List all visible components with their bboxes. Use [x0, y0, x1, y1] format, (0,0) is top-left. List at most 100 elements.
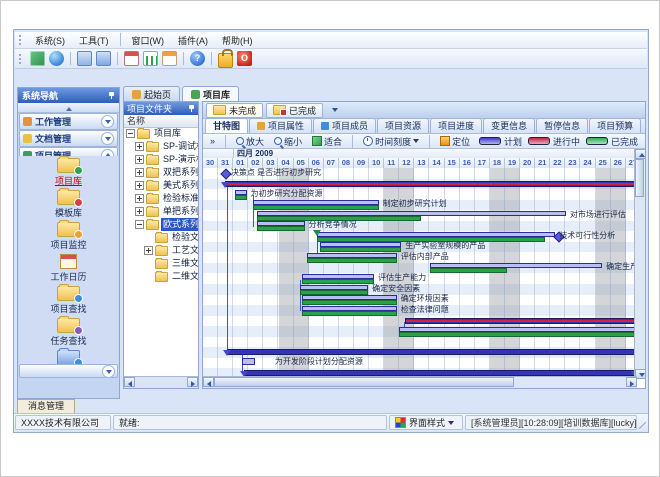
exit-icon[interactable]: [237, 51, 252, 66]
pin-icon[interactable]: [188, 105, 195, 112]
menu-item-1[interactable]: 工具(T): [72, 33, 116, 48]
menu-item-3[interactable]: 插件(A): [171, 33, 215, 48]
summary-bar[interactable]: [405, 318, 637, 324]
progress-bar[interactable]: [320, 247, 401, 252]
navigation-panel-icon[interactable]: [30, 51, 45, 66]
scroll-left-button[interactable]: [203, 377, 214, 387]
scroll-right-button[interactable]: [626, 377, 637, 387]
collapse-icon[interactable]: [135, 220, 144, 229]
time-scale-dropdown[interactable]: 时间刻度: [359, 135, 423, 148]
message-management-tab[interactable]: 消息管理: [17, 399, 75, 413]
summary-bar[interactable]: [227, 349, 637, 355]
expand-icon[interactable]: [135, 194, 144, 203]
sidebar-item-label: 项目查找: [19, 302, 118, 315]
tree-item-5[interactable]: 检验标准: [124, 192, 198, 205]
progress-bar[interactable]: [302, 300, 397, 305]
gantt-tab-项目成员[interactable]: 项目成员: [313, 118, 376, 133]
gantt-tab-变更信息[interactable]: 变更信息: [483, 118, 535, 133]
fit-button[interactable]: 适合: [308, 135, 346, 148]
progress-bar[interactable]: [253, 205, 379, 210]
tree-item-9[interactable]: 工艺文件: [124, 244, 198, 257]
lock-icon[interactable]: [218, 53, 233, 68]
filter-bar: 未完成已完成: [203, 102, 645, 119]
locate-button[interactable]: 定位: [436, 135, 474, 148]
gantt-tab-项目属性[interactable]: 项目属性: [249, 118, 312, 133]
help-icon[interactable]: [190, 51, 205, 66]
hscroll-thumb[interactable]: [214, 377, 514, 387]
tree-item-4[interactable]: 美式系列: [124, 179, 198, 192]
tree-item-1[interactable]: SP-调试机系: [124, 140, 198, 153]
gantt-vscrollbar[interactable]: [634, 149, 645, 379]
sidebar-item-5[interactable]: 任务查找: [19, 318, 118, 348]
day-header-14: 14: [430, 158, 445, 168]
scroll-up-button[interactable]: [635, 149, 646, 159]
sidebar-item-1[interactable]: 模板库: [19, 190, 118, 220]
progress-bar[interactable]: [307, 258, 397, 263]
menu-item-0[interactable]: 系统(S): [28, 33, 72, 48]
expand-icon[interactable]: [135, 155, 144, 164]
menu-item-2[interactable]: 窗口(W): [125, 33, 172, 48]
gantt-tab-甘特图[interactable]: 甘特图: [205, 118, 248, 133]
tab-项目库[interactable]: 项目库: [182, 86, 239, 101]
tree-item-11[interactable]: 二维文件: [124, 270, 198, 283]
tree-item-10[interactable]: 三维文件: [124, 257, 198, 270]
filter-tab-已完成[interactable]: 已完成: [266, 103, 323, 118]
gantt-tab-项目资源[interactable]: 项目资源: [377, 118, 429, 133]
chart-icon[interactable]: [143, 51, 158, 66]
sidebar-scroll-up[interactable]: [18, 103, 119, 113]
progress-bar[interactable]: [300, 290, 368, 295]
expand-icon[interactable]: [144, 246, 153, 255]
expand-icon[interactable]: [135, 181, 144, 190]
summary-bar[interactable]: [225, 181, 637, 187]
gantt-hscrollbar[interactable]: [203, 376, 637, 388]
template-folder-icon[interactable]: [96, 51, 111, 66]
calendar-icon[interactable]: [162, 51, 177, 66]
progress-bar[interactable]: [235, 195, 247, 200]
zoom-in-button[interactable]: 放大: [232, 135, 268, 148]
progress-bar[interactable]: [399, 332, 637, 337]
gantt-tab-项目进度[interactable]: 项目进度: [430, 118, 482, 133]
sidebar-item-3[interactable]: 工作日历: [19, 254, 118, 284]
tab-起始页[interactable]: 起始页: [123, 86, 180, 101]
tree-item-2[interactable]: SP-演示机系: [124, 153, 198, 166]
sidebar-group-0[interactable]: 工作管理: [19, 113, 118, 130]
expand-icon[interactable]: [135, 168, 144, 177]
plan-bar[interactable]: [242, 358, 255, 365]
tree-item-6[interactable]: 单把系列: [124, 205, 198, 218]
vscroll-thumb[interactable]: [635, 159, 644, 197]
zoom-out-button[interactable]: 缩小: [270, 135, 306, 148]
day-header-02: 02: [248, 158, 263, 168]
tree-item-7[interactable]: 欧式系列: [124, 218, 198, 231]
globe-icon[interactable]: [49, 51, 64, 66]
gantt-tab-项目预算[interactable]: 项目预算: [589, 118, 641, 133]
collapse-icon[interactable]: [126, 129, 135, 138]
sidebar-item-0[interactable]: 项目库: [19, 158, 118, 188]
expand-icon[interactable]: [135, 142, 144, 151]
scroll-right-button[interactable]: [187, 377, 198, 387]
progress-bar[interactable]: [257, 226, 305, 231]
filter-tab-未完成[interactable]: 未完成: [206, 103, 263, 118]
toolbar-overflow-button[interactable]: »: [206, 135, 219, 148]
tree-item-0[interactable]: 项目库: [124, 127, 198, 140]
progress-bar[interactable]: [302, 311, 397, 316]
expand-icon[interactable]: [135, 207, 144, 216]
resize-grip[interactable]: [638, 414, 648, 431]
sidebar-collapsed-group[interactable]: [19, 364, 118, 378]
progress-bar[interactable]: [302, 279, 374, 284]
interface-style-button[interactable]: 界面样式: [389, 415, 463, 430]
pin-icon[interactable]: [108, 92, 115, 99]
sidebar-item-4[interactable]: 项目查找: [19, 286, 118, 316]
scroll-left-button[interactable]: [124, 377, 135, 387]
progress-bar[interactable]: [430, 268, 508, 273]
tree-hscrollbar[interactable]: [124, 376, 198, 388]
tree-item-8[interactable]: 检验文件: [124, 231, 198, 244]
project-folder-icon[interactable]: [77, 51, 92, 66]
menu-item-4[interactable]: 帮助(H): [215, 33, 260, 48]
chevron-down-icon: [101, 115, 114, 128]
gantt-tab-暂停信息[interactable]: 暂停信息: [536, 118, 588, 133]
more-filters-icon[interactable]: [332, 108, 338, 112]
sidebar-group-1[interactable]: 文档管理: [19, 130, 118, 147]
sidebar-item-2[interactable]: 项目监控: [19, 222, 118, 252]
tree-item-3[interactable]: 双把系列: [124, 166, 198, 179]
report-icon[interactable]: [124, 51, 139, 66]
